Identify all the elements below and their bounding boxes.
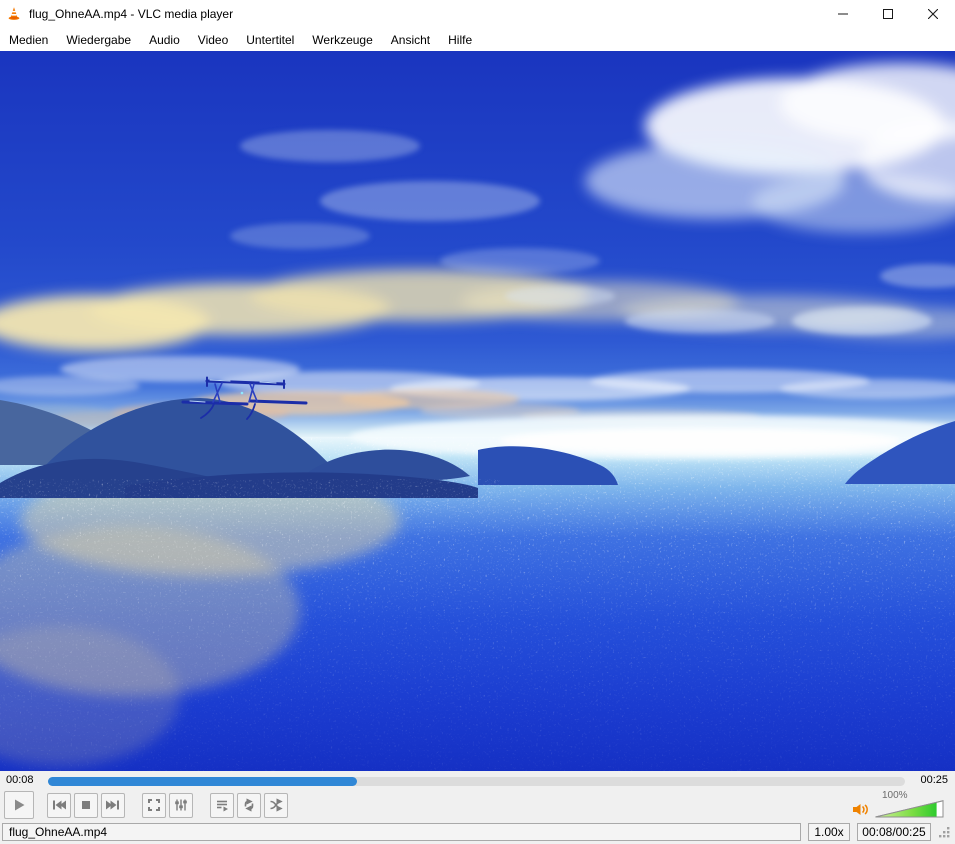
random-button[interactable] xyxy=(264,792,288,818)
seek-fill xyxy=(48,777,357,786)
volume-cluster: 100% xyxy=(851,790,945,818)
fullscreen-icon xyxy=(148,799,160,811)
menu-medien[interactable]: Medien xyxy=(0,30,57,50)
controls-bar: 100% xyxy=(0,790,955,822)
stop-icon xyxy=(82,801,90,809)
vlc-window: flug_OhneAA.mp4 - VLC media player Medie… xyxy=(0,0,955,844)
shore-sparkle xyxy=(0,479,500,513)
time-elapsed: 00:08 xyxy=(6,774,34,786)
previous-button[interactable] xyxy=(47,792,71,818)
video-scene xyxy=(0,51,955,771)
menu-audio[interactable]: Audio xyxy=(140,30,189,50)
time-total: 00:25 xyxy=(920,774,948,786)
volume-percent: 100% xyxy=(882,790,908,801)
titlebar[interactable]: flug_OhneAA.mp4 - VLC media player xyxy=(0,0,955,28)
equalizer-sliders-icon xyxy=(175,799,187,811)
minimize-icon xyxy=(837,13,848,15)
vlc-cone-icon xyxy=(6,6,22,22)
maximize-button[interactable] xyxy=(865,0,910,28)
extended-settings-button[interactable] xyxy=(169,792,193,818)
seek-row: 00:08 00:25 xyxy=(0,771,955,791)
menu-untertitel[interactable]: Untertitel xyxy=(237,30,303,50)
status-filename: flug_OhneAA.mp4 xyxy=(2,823,801,841)
loop-button[interactable] xyxy=(237,792,261,818)
volume-slider[interactable] xyxy=(875,800,945,818)
close-button[interactable] xyxy=(910,0,955,28)
menubar: Medien Wiedergabe Audio Video Untertitel… xyxy=(0,28,955,51)
stop-button[interactable] xyxy=(74,792,98,818)
loop-icon xyxy=(244,798,254,812)
menu-hilfe[interactable]: Hilfe xyxy=(439,30,481,50)
menu-ansicht[interactable]: Ansicht xyxy=(382,30,439,50)
maximize-icon xyxy=(882,9,893,19)
speaker-icon[interactable] xyxy=(851,802,870,817)
statusbar: flug_OhneAA.mp4 1.00x 00:08/00:25 xyxy=(0,822,955,844)
video-canvas[interactable] xyxy=(0,51,955,771)
next-button[interactable] xyxy=(101,792,125,818)
resize-grip[interactable] xyxy=(938,826,951,839)
status-playback-speed[interactable]: 1.00x xyxy=(808,823,850,841)
close-icon xyxy=(927,9,938,19)
playlist-button[interactable] xyxy=(210,792,234,818)
menu-wiedergabe[interactable]: Wiedergabe xyxy=(57,30,140,50)
status-time-display[interactable]: 00:08/00:25 xyxy=(857,823,931,841)
shuffle-icon xyxy=(270,798,283,812)
fullscreen-button[interactable] xyxy=(142,792,166,818)
skip-back-icon xyxy=(53,800,66,810)
skip-forward-icon xyxy=(106,800,119,810)
playlist-icon xyxy=(217,800,228,812)
play-button[interactable] xyxy=(4,791,34,819)
window-title: flug_OhneAA.mp4 - VLC media player xyxy=(29,7,234,21)
menu-werkzeuge[interactable]: Werkzeuge xyxy=(303,30,381,50)
seek-slider[interactable] xyxy=(48,777,905,786)
play-icon xyxy=(15,799,25,811)
minimize-button[interactable] xyxy=(820,0,865,28)
menu-video[interactable]: Video xyxy=(189,30,237,50)
